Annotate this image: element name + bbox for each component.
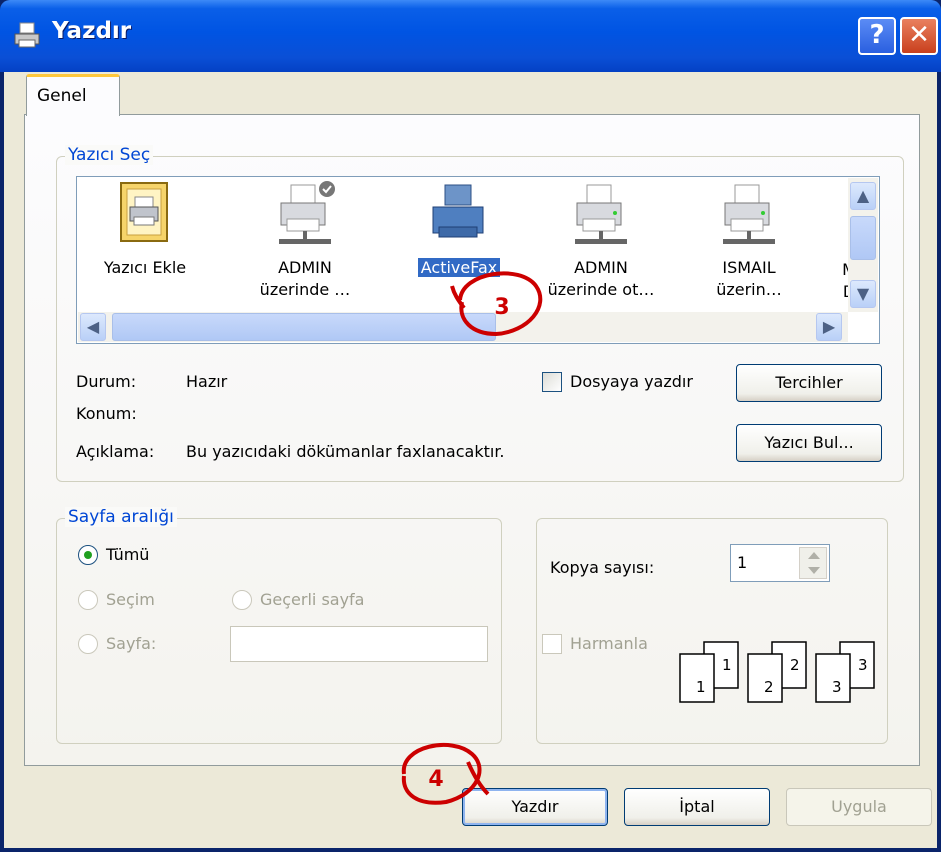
printer-item[interactable]: ADMIN üzerinde …: [237, 179, 373, 301]
add-printer-icon: [120, 182, 168, 242]
tab-genel[interactable]: Genel: [26, 74, 120, 116]
all-pages-radio[interactable]: [78, 545, 98, 565]
scroll-right-button[interactable]: ▶: [816, 313, 842, 341]
print-to-file-label[interactable]: Dosyaya yazdır: [570, 372, 693, 391]
pages-label[interactable]: Sayfa:: [106, 634, 156, 653]
copies-spinner[interactable]: 1: [730, 544, 830, 582]
collate-label[interactable]: Harmanla: [570, 634, 648, 653]
copies-count-label: Kopya sayısı:: [550, 558, 655, 577]
preferences-button[interactable]: Tercihler: [736, 364, 882, 402]
status-label: Durum:: [76, 372, 137, 391]
scroll-left-button[interactable]: ◀: [80, 313, 106, 341]
find-printer-button[interactable]: Yazıcı Bul...: [736, 424, 882, 462]
printer-item[interactable]: Yazıcı Ekle: [77, 179, 213, 279]
page-range-title: Sayfa aralığı: [65, 507, 177, 527]
status-value: Hazır: [186, 372, 228, 391]
network-printer-icon: [575, 184, 627, 244]
collate-page-number: 1: [722, 656, 732, 674]
scroll-up-button[interactable]: ▲: [850, 182, 876, 210]
tab-label: Genel: [37, 86, 87, 106]
select-printer-title: Yazıcı Seç: [65, 145, 154, 165]
step-3-number: 3: [494, 295, 509, 320]
close-button[interactable]: ✕: [900, 17, 938, 55]
collate-page-number: 3: [858, 656, 868, 674]
step-4-annotation: 4: [401, 742, 490, 805]
cancel-button[interactable]: İptal: [624, 788, 770, 826]
step-4-number: 4: [428, 767, 443, 792]
copies-count-value: 1: [737, 553, 748, 572]
window-title: Yazdır: [52, 18, 132, 44]
collate-illustration: 1 1 2 2 3 3: [679, 641, 875, 703]
current-page-label[interactable]: Geçerli sayfa: [260, 590, 364, 609]
copies-spin-buttons[interactable]: [799, 547, 827, 579]
comment-label: Açıklama:: [76, 442, 155, 461]
printer-label: ADMIN üzerinde …: [259, 258, 351, 299]
print-to-file-checkbox[interactable]: [542, 372, 562, 392]
all-pages-label[interactable]: Tümü: [106, 545, 149, 564]
collate-page-number: 1: [696, 678, 706, 696]
network-printer-icon: [723, 184, 775, 244]
pages-radio[interactable]: [78, 634, 98, 654]
spin-up-icon[interactable]: [808, 552, 820, 559]
current-page-radio[interactable]: [232, 590, 252, 610]
selection-radio[interactable]: [78, 590, 98, 610]
copies-group: [536, 518, 888, 744]
hscroll-thumb[interactable]: [112, 313, 496, 341]
collate-page-number: 2: [764, 678, 774, 696]
help-button[interactable]: ?: [858, 17, 896, 55]
step-3-annotation: 3: [450, 271, 543, 337]
collate-checkbox[interactable]: [542, 634, 562, 654]
title-bar[interactable]: Yazdır ? ✕: [0, 0, 941, 72]
location-label: Konum:: [76, 404, 137, 423]
selection-label[interactable]: Seçim: [106, 590, 155, 609]
collate-page-number: 3: [832, 678, 842, 696]
printer-label: Yazıcı Ekle: [103, 258, 187, 277]
spin-down-icon[interactable]: [808, 567, 820, 574]
vscroll-thumb[interactable]: [850, 216, 876, 260]
collate-page-number: 2: [790, 656, 800, 674]
fax-printer-icon: [432, 184, 484, 238]
comment-value: Bu yazıcıdaki dökümanlar faxlanacaktır.: [186, 442, 505, 461]
apply-button: Uygula: [786, 788, 932, 826]
pages-input[interactable]: [230, 626, 488, 662]
printer-list-vscroll[interactable]: ▲ ▼: [848, 178, 878, 312]
print-dialog: Yazdır ? ✕ Genel Yazıcı Seç Yazıcı Ekle: [0, 0, 941, 852]
network-printer-default-icon: [279, 181, 335, 244]
scroll-down-button[interactable]: ▼: [850, 280, 876, 308]
printer-icon: [14, 22, 40, 48]
